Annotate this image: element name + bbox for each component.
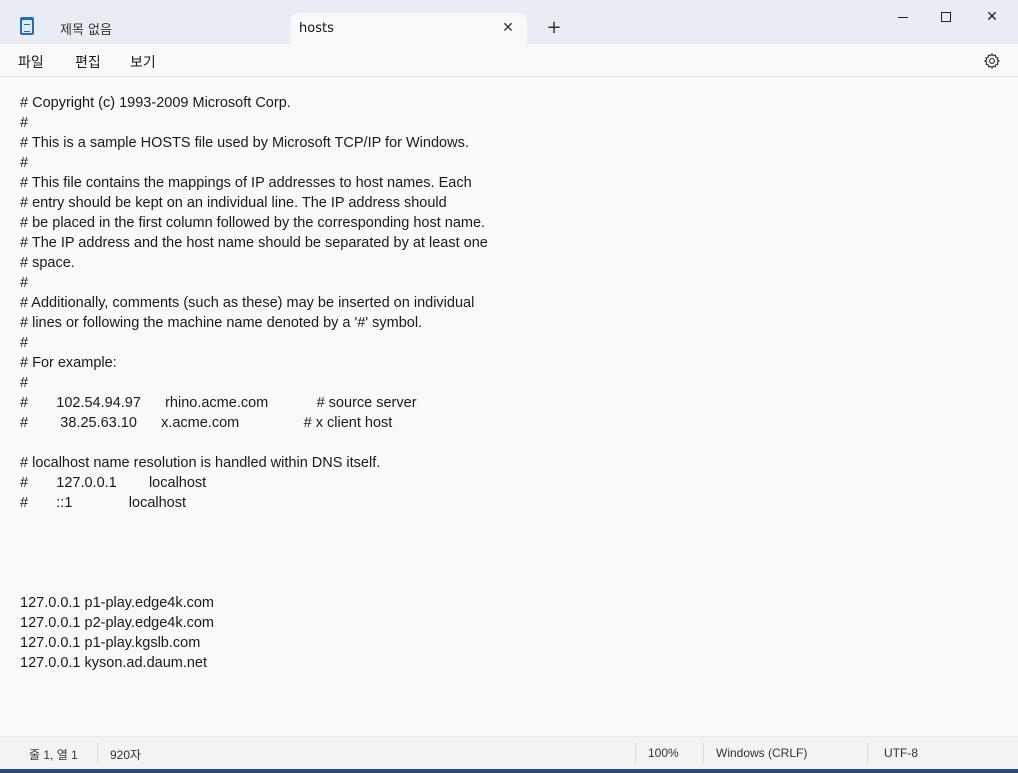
text-line xyxy=(20,533,1018,553)
text-line: # entry should be kept on an individual … xyxy=(20,195,447,211)
status-divider xyxy=(867,743,868,763)
text-line: # This is a sample HOSTS file used by Mi… xyxy=(20,135,469,151)
menu-view[interactable]: 보기 xyxy=(130,52,156,72)
cursor-position: 줄 1, 열 1 xyxy=(29,748,78,762)
text-line: # xyxy=(20,155,29,171)
new-tab-button[interactable]: + xyxy=(544,18,564,38)
minimize-icon xyxy=(898,16,908,18)
text-line: # Copyright (c) 1993-2009 Microsoft Corp… xyxy=(20,95,291,111)
tab-label: hosts xyxy=(299,21,334,36)
text-line: # xyxy=(20,115,29,131)
text-editor[interactable]: # Copyright (c) 1993-2009 Microsoft Corp… xyxy=(0,78,1018,736)
tab-hosts[interactable]: hosts ✕ xyxy=(291,13,527,44)
text-line xyxy=(20,573,1018,593)
text-line xyxy=(20,513,1018,533)
text-line: 127.0.0.1 p2-play.edge4k.com xyxy=(20,615,215,631)
text-line: # xyxy=(20,375,29,391)
text-line: 127.0.0.1 p1-play.kgslb.com xyxy=(20,635,201,651)
text-line: # For example: xyxy=(20,355,117,371)
menu-bar: 파일 편집 보기 xyxy=(0,44,1018,77)
notepad-window: 제목 없음 hosts ✕ + ✕ 파일 편집 보기 # Copyright (… xyxy=(0,0,1018,773)
text-line: # localhost name resolution is handled w… xyxy=(20,455,381,471)
zoom-level[interactable]: 100% xyxy=(648,746,679,760)
maximize-button[interactable] xyxy=(923,0,969,34)
notepad-icon xyxy=(20,17,34,35)
status-divider xyxy=(635,743,636,763)
title-bar[interactable]: 제목 없음 hosts ✕ + ✕ xyxy=(0,0,1018,44)
menu-edit[interactable]: 편집 xyxy=(75,52,101,72)
text-line: # This file contains the mappings of IP … xyxy=(20,175,472,191)
text-line: # 102.54.94.97 rhino.acme.com # source s… xyxy=(20,395,417,411)
tab-untitled[interactable]: 제목 없음 xyxy=(48,13,288,44)
maximize-icon xyxy=(941,12,951,22)
text-line: # xyxy=(20,275,29,291)
desktop-edge xyxy=(0,769,1018,773)
tab-label: 제목 없음 xyxy=(60,23,112,38)
character-count: 920자 xyxy=(110,748,142,762)
text-line: # lines or following the machine name de… xyxy=(20,315,423,331)
line-ending[interactable]: Windows (CRLF) xyxy=(716,746,807,760)
text-line xyxy=(20,553,1018,573)
text-line: # 127.0.0.1 localhost xyxy=(20,475,207,491)
text-line: # be placed in the first column followed… xyxy=(20,215,486,231)
close-tab-icon[interactable]: ✕ xyxy=(499,19,517,37)
encoding[interactable]: UTF-8 xyxy=(884,746,918,760)
close-button[interactable]: ✕ xyxy=(969,0,1015,34)
text-line: # The IP address and the host name shoul… xyxy=(20,235,488,251)
minimize-button[interactable] xyxy=(880,0,926,34)
status-bar: 줄 1, 열 1 920자 100% Windows (CRLF) UTF-8 xyxy=(0,736,1018,769)
status-divider xyxy=(97,743,98,763)
close-icon: ✕ xyxy=(986,9,998,25)
status-divider xyxy=(703,743,704,763)
text-line: # ::1 localhost xyxy=(20,495,187,511)
text-line xyxy=(20,433,1018,453)
gear-icon[interactable] xyxy=(983,52,1001,70)
text-line: 127.0.0.1 kyson.ad.daum.net xyxy=(20,655,208,671)
text-line: # 38.25.63.10 x.acme.com # x client host xyxy=(20,415,393,431)
text-line: # xyxy=(20,335,29,351)
text-line: # Additionally, comments (such as these)… xyxy=(20,295,475,311)
menu-file[interactable]: 파일 xyxy=(18,52,44,72)
text-line: # space. xyxy=(20,255,75,271)
text-line: 127.0.0.1 p1-play.edge4k.com xyxy=(20,595,215,611)
